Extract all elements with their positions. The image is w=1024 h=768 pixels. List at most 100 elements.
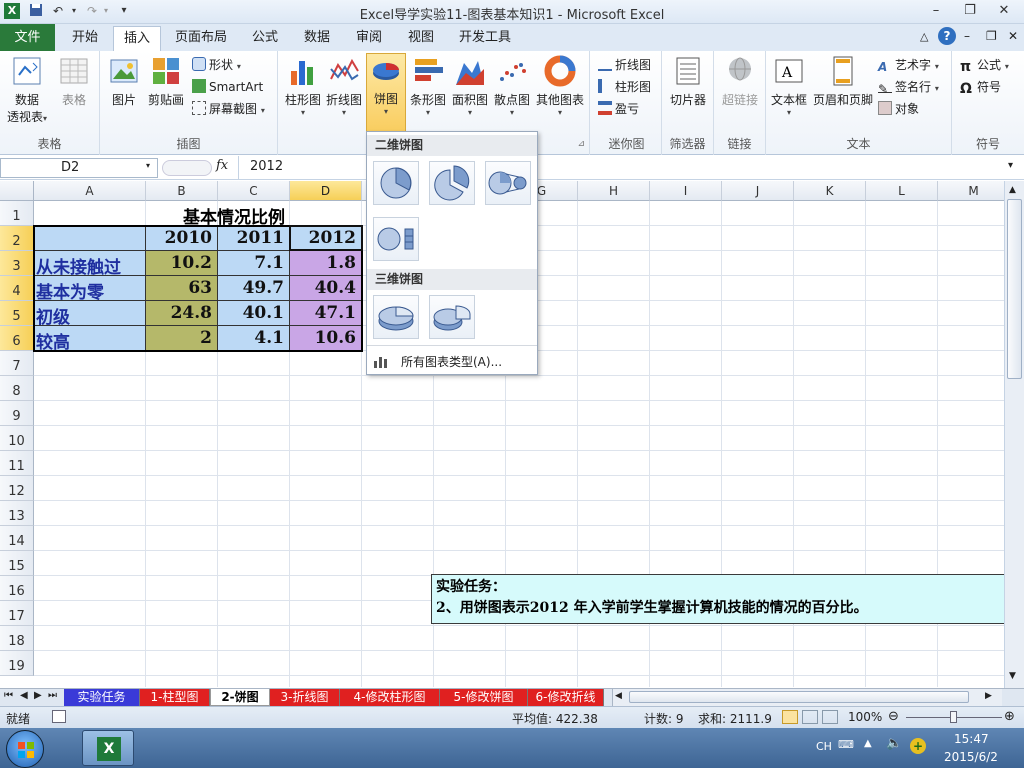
row-header-11[interactable]: 11 xyxy=(0,451,34,476)
row-label[interactable]: 较高 xyxy=(36,328,146,353)
sparkline-column-button[interactable]: 柱形图 xyxy=(598,77,651,97)
pie-of-pie-option[interactable] xyxy=(485,161,531,205)
equation-button[interactable]: π 公式 ▾ xyxy=(960,55,1009,75)
header-footer-button[interactable]: 页眉和页脚 xyxy=(812,55,874,108)
row-label[interactable]: 初级 xyxy=(36,303,146,328)
row-header-2[interactable]: 2 xyxy=(0,226,34,251)
scatter-chart-button[interactable]: 散点图 ▾ xyxy=(492,55,532,117)
row-header-7[interactable]: 7 xyxy=(0,351,34,376)
symbol-button[interactable]: Ω 符号 xyxy=(960,77,1001,97)
name-box[interactable]: D2 xyxy=(0,158,158,178)
data-cell[interactable]: 1.8 xyxy=(290,253,360,273)
data-cell[interactable]: 47.1 xyxy=(290,303,360,323)
doc-minimize-icon[interactable]: – xyxy=(964,29,970,43)
pie-chart-button[interactable]: 饼图 ▾ xyxy=(366,53,406,133)
bar-of-pie-option[interactable] xyxy=(373,217,419,261)
pivot-table-button[interactable]: 数据 透视表▾ xyxy=(4,55,50,125)
pie-2d-option[interactable] xyxy=(373,161,419,205)
horizontal-scrollbar[interactable]: ◀ ▶ xyxy=(612,689,1002,706)
expand-formula-bar-icon[interactable]: ▾ xyxy=(1008,160,1013,171)
all-chart-types-item[interactable]: 所有图表类型(A)... xyxy=(371,350,533,372)
column-header-l[interactable]: L xyxy=(866,181,938,201)
row-header-16[interactable]: 16 xyxy=(0,576,34,601)
scroll-up-icon[interactable]: ▲ xyxy=(1009,185,1016,195)
data-cell[interactable]: 63 xyxy=(146,278,216,298)
sparkline-line-button[interactable]: 折线图 xyxy=(598,55,651,75)
minimize-icon[interactable]: – xyxy=(922,2,950,20)
data-cell[interactable]: 49.7 xyxy=(218,278,288,298)
tab-file[interactable]: 文件 xyxy=(0,24,55,51)
collapse-ribbon-icon[interactable]: △ xyxy=(920,30,928,43)
row-header-3[interactable]: 3 xyxy=(0,251,34,276)
data-cell[interactable]: 10.2 xyxy=(146,253,216,273)
picture-button[interactable]: 图片 xyxy=(106,55,142,108)
row-label[interactable]: 从未接触过 xyxy=(36,253,146,278)
row-header-5[interactable]: 5 xyxy=(0,301,34,326)
screenshot-button[interactable]: 屏幕截图 ▾ xyxy=(192,99,265,119)
row-header-4[interactable]: 4 xyxy=(0,276,34,301)
column-header-d[interactable]: D xyxy=(290,181,362,201)
language-indicator[interactable]: CH xyxy=(816,740,832,753)
row-header-12[interactable]: 12 xyxy=(0,476,34,501)
other-charts-button[interactable]: 其他图表 ▾ xyxy=(534,55,586,117)
column-header-b[interactable]: B xyxy=(146,181,218,201)
clock-date[interactable]: 2015/6/2 xyxy=(944,750,998,764)
start-button[interactable] xyxy=(6,730,44,768)
row-header-10[interactable]: 10 xyxy=(0,426,34,451)
tab-page-layout[interactable]: 页面布局 xyxy=(166,26,236,51)
textbox-button[interactable]: A 文本框 ▾ xyxy=(768,55,810,117)
exploded-pie-2d-option[interactable] xyxy=(429,161,475,205)
volume-icon[interactable]: 🔈 xyxy=(886,736,902,751)
tab-developer[interactable]: 开发工具 xyxy=(452,26,518,51)
macro-record-icon[interactable] xyxy=(52,710,66,723)
normal-view-icon[interactable] xyxy=(782,710,798,724)
clipart-button[interactable]: 剪贴画 xyxy=(146,55,186,108)
doc-close-icon[interactable]: ✕ xyxy=(1008,29,1018,43)
column-header-j[interactable]: J xyxy=(722,181,794,201)
doc-restore-icon[interactable]: ❐ xyxy=(986,29,997,43)
shapes-button[interactable]: 形状 ▾ xyxy=(192,55,241,75)
row-header-14[interactable]: 14 xyxy=(0,526,34,551)
page-layout-view-icon[interactable] xyxy=(802,710,818,724)
first-sheet-icon[interactable]: ⏮ xyxy=(4,690,13,701)
network-status-icon[interactable]: + xyxy=(910,738,926,754)
zoom-out-icon[interactable]: ⊖ xyxy=(888,709,899,724)
tab-formulas[interactable]: 公式 xyxy=(242,26,288,51)
formula-input[interactable]: 2012 xyxy=(250,159,283,174)
data-cell[interactable]: 4.1 xyxy=(218,328,288,348)
select-all-corner[interactable] xyxy=(0,181,34,201)
vertical-scrollbar[interactable]: ▲ ▼ xyxy=(1004,181,1024,688)
scroll-down-icon[interactable]: ▼ xyxy=(1009,671,1016,681)
sheet-tab[interactable]: 实验任务 xyxy=(64,689,140,706)
page-break-view-icon[interactable] xyxy=(822,710,838,724)
name-box-dropdown-icon[interactable]: ▾ xyxy=(146,161,150,170)
hyperlink-button[interactable]: 超链接 xyxy=(718,55,762,108)
signature-line-button[interactable]: ✎ 签名行 ▾ xyxy=(878,77,939,97)
tab-review[interactable]: 审阅 xyxy=(346,26,392,51)
horizontal-scroll-thumb[interactable] xyxy=(629,691,969,703)
row-label[interactable]: 基本为零 xyxy=(36,278,146,303)
data-cell[interactable]: 24.8 xyxy=(146,303,216,323)
row-header-13[interactable]: 13 xyxy=(0,501,34,526)
column-header-k[interactable]: K xyxy=(794,181,866,201)
tab-data[interactable]: 数据 xyxy=(294,26,340,51)
close-icon[interactable]: ✕ xyxy=(990,2,1018,20)
zoom-level[interactable]: 100% xyxy=(848,710,882,724)
taskbar-excel[interactable]: X xyxy=(82,730,134,766)
clock-time[interactable]: 15:47 xyxy=(954,732,989,746)
tab-home[interactable]: 开始 xyxy=(60,26,110,51)
sheet-tab[interactable]: 2-饼图 xyxy=(210,689,270,706)
scroll-left-icon[interactable]: ◀ xyxy=(615,691,622,701)
charts-dialog-launcher-icon[interactable]: ⊿ xyxy=(577,139,585,149)
tab-insert[interactable]: 插入 xyxy=(113,26,161,51)
column-header-h[interactable]: H xyxy=(578,181,650,201)
sheet-tab[interactable]: 1-柱型图 xyxy=(140,689,210,706)
row-header-6[interactable]: 6 xyxy=(0,326,34,351)
vertical-scroll-thumb[interactable] xyxy=(1007,199,1022,379)
object-button[interactable]: 对象 xyxy=(878,99,919,119)
row-header-19[interactable]: 19 xyxy=(0,651,34,676)
sparkline-winloss-button[interactable]: 盈亏 xyxy=(598,99,639,119)
wordart-button[interactable]: A 艺术字 ▾ xyxy=(878,55,939,75)
sheet-tab[interactable]: 3-折线图 xyxy=(270,689,340,706)
column-header-a[interactable]: A xyxy=(34,181,146,201)
